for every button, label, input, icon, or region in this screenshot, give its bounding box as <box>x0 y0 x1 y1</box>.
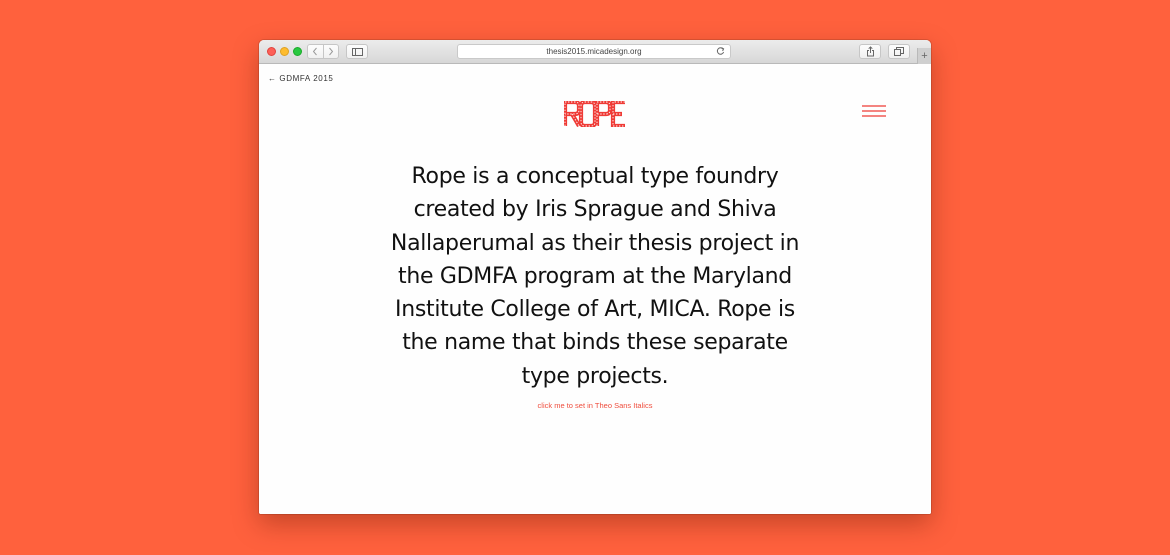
sidebar-toggle-button[interactable] <box>346 44 368 59</box>
web-page: ← GDMFA 2015 ROPE <box>259 64 931 514</box>
theo-sans-italics-toggle[interactable]: click me to set in Theo Sans Italics <box>445 401 745 410</box>
close-window-button[interactable] <box>267 47 276 56</box>
back-to-gdmfa-link[interactable]: ← GDMFA 2015 <box>268 74 333 83</box>
sidebar-icon <box>351 47 363 56</box>
hamburger-menu-icon <box>862 105 886 117</box>
chevron-right-icon <box>329 47 334 56</box>
intro-paragraph: Rope is a conceptual type foundry create… <box>390 164 800 389</box>
share-button[interactable] <box>859 44 881 59</box>
reload-icon <box>716 47 725 55</box>
rope-logo[interactable]: ROPE <box>562 99 626 129</box>
forward-button[interactable] <box>322 45 338 58</box>
url-text: thesis2015.micadesign.org <box>546 47 642 56</box>
back-button[interactable] <box>308 45 323 58</box>
tabs-icon <box>894 47 904 56</box>
share-icon <box>866 46 874 57</box>
rope-logo-mark <box>562 99 625 129</box>
menu-button[interactable] <box>862 104 886 118</box>
browser-window: thesis2015.micadesign.org + ← GDMFA 2015… <box>259 40 931 514</box>
zoom-window-button[interactable] <box>293 47 302 56</box>
new-tab-button[interactable]: + <box>917 48 931 64</box>
reload-button[interactable] <box>716 46 725 58</box>
plus-icon: + <box>921 49 928 62</box>
browser-toolbar: thesis2015.micadesign.org + <box>259 40 931 64</box>
minimize-window-button[interactable] <box>280 47 289 56</box>
chevron-left-icon <box>313 47 318 56</box>
address-bar[interactable]: thesis2015.micadesign.org <box>457 44 731 59</box>
show-tabs-button[interactable] <box>888 44 910 59</box>
history-nav-group <box>307 44 339 59</box>
